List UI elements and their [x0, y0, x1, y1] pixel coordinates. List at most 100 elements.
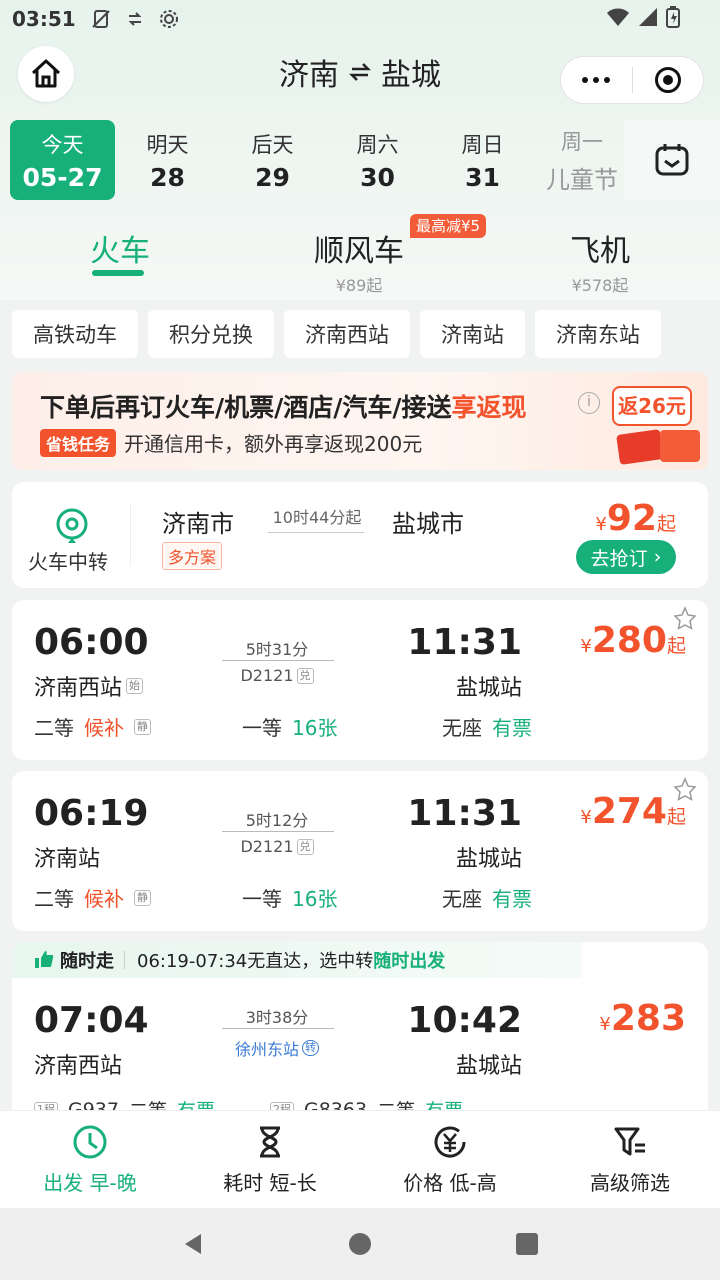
multi-plan-badge: 多方案 [162, 542, 223, 570]
home-icon [31, 59, 61, 88]
banner-subline: 开通信用卡，额外再享返现200元 [124, 432, 423, 456]
sort-departure[interactable]: 出发 早-晚 [0, 1111, 180, 1208]
anytime-bar: 随时走 06:19-07:34无直达，选中转 随时出发 [12, 942, 582, 978]
tab-label: 火车 [90, 234, 150, 269]
arrival-station: 盐城站 [455, 676, 522, 701]
home-button[interactable] [18, 46, 74, 102]
sort-label: 价格 低-高 [403, 1171, 497, 1195]
seat-first-class: 一等 16张 [242, 716, 338, 740]
arrival-time: 11:31 [407, 622, 522, 663]
route-title[interactable]: 济南 盐城 [200, 50, 520, 94]
chip-high-speed[interactable]: 高铁动车 [12, 310, 138, 358]
departure-time: 06:19 [34, 793, 149, 834]
date-tab-today[interactable]: 今天 05-27 [10, 120, 115, 200]
data-saver-icon [124, 8, 146, 30]
tab-carpool[interactable]: 顺风车 ¥89起 [314, 226, 404, 296]
back-icon[interactable] [180, 1231, 206, 1257]
gift-box-icon [660, 430, 700, 462]
date-day: 29 [255, 162, 290, 192]
date-weekday: 周一 [561, 129, 603, 154]
arrival-station: 盐城站 [455, 847, 522, 872]
train-card[interactable]: 06:19 济南站 5时12分 D2121 兑 11:31 盐城站 ¥274 起 二… [12, 771, 708, 931]
transfer-location-icon [56, 508, 88, 543]
date-tab-28[interactable]: 明天 28 [115, 120, 220, 200]
departure-time: 06:00 [34, 622, 149, 663]
arrival-time: 11:31 [407, 793, 522, 834]
anytime-label: 随时走 [60, 951, 114, 972]
train-number: D2121 兑 [222, 666, 332, 685]
departure-time: 07:04 [34, 1000, 149, 1041]
info-icon[interactable]: i [578, 392, 600, 414]
date-day: 28 [150, 162, 185, 192]
active-tab-indicator [92, 270, 144, 276]
date-tab-childrens-day[interactable]: 周一 儿童节 [535, 120, 629, 200]
home-circle-icon[interactable] [347, 1231, 373, 1257]
filter-chips: 高铁动车 积分兑换 济南西站 济南站 济南东站 [12, 310, 661, 358]
settings-gear-icon [158, 8, 180, 30]
transfer-duration: 10时44分起 [272, 508, 362, 527]
date-tab-31[interactable]: 周日 31 [430, 120, 535, 200]
chip-jinan-east[interactable]: 济南东站 [535, 310, 661, 358]
swap-icon[interactable] [349, 61, 371, 83]
recents-square-icon[interactable] [514, 1231, 540, 1257]
tab-flight[interactable]: 飞机 ¥578起 [570, 226, 630, 296]
hourglass-icon [260, 1126, 280, 1158]
sort-price[interactable]: 价格 低-高 [360, 1111, 540, 1208]
close-miniapp-button[interactable] [633, 67, 704, 93]
train-price: ¥274 起 [580, 791, 686, 832]
train-price: ¥280 起 [580, 620, 686, 661]
transfer-card[interactable]: 火车中转 济南市 多方案 10时44分起 盐城市 ¥92 起 去抢订 › [12, 482, 708, 588]
book-transfer-button[interactable]: 去抢订 › [576, 540, 676, 574]
miniapp-capsule [560, 56, 704, 104]
duration: 5时12分 [245, 811, 309, 830]
date-tabs: 今天 05-27 明天 28 后天 29 周六 30 周日 31 周一 儿童节 [10, 120, 629, 200]
advanced-filter[interactable]: 高级筛选 [540, 1111, 720, 1208]
seat-standing: 无座 有票 [442, 887, 532, 911]
calendar-button[interactable] [624, 120, 720, 200]
departure-station: 济南西站始 [34, 670, 144, 702]
train-number: D2121 兑 [222, 837, 332, 856]
tab-label: 顺风车 [314, 234, 404, 269]
date-day: 儿童节 [546, 165, 618, 194]
arrival-station: 盐城站 [455, 1054, 522, 1079]
date-weekday: 周日 [461, 132, 504, 157]
chip-jinan[interactable]: 济南站 [420, 310, 525, 358]
yuan-coin-icon [434, 1126, 466, 1158]
clock-icon [73, 1125, 107, 1159]
date-tab-29[interactable]: 后天 29 [220, 120, 325, 200]
calendar-icon [655, 144, 689, 176]
seat-standing: 无座 有票 [442, 716, 532, 740]
sort-label: 耗时 短-长 [223, 1171, 317, 1195]
transfer-to: 盐城市 [392, 510, 464, 538]
status-bar: 03:51 [0, 0, 720, 38]
filter-icon [614, 1127, 645, 1156]
cashback-banner[interactable]: 下单后再订火车/机票/酒店/汽车/接送享返现 i 省钱任务 开通信用卡，额外再享… [12, 372, 708, 470]
battery-icon [666, 6, 680, 33]
via-station: 徐州东站转 [222, 1036, 332, 1060]
seat-second-class: 二等 候补静 [34, 712, 151, 741]
tab-train[interactable]: 火车 [90, 226, 150, 270]
arrival-time: 10:42 [407, 1000, 522, 1041]
transfer-from: 济南市 [162, 510, 234, 538]
banner-headline: 下单后再订火车/机票/酒店/汽车/接送享返现 [40, 393, 527, 422]
no-sim-icon [90, 8, 112, 30]
date-day: 05-27 [22, 162, 103, 192]
train-card[interactable]: 06:00 济南西站始 5时31分 D2121 兑 11:31 盐城站 ¥280 起… [12, 600, 708, 760]
anytime-desc: 06:19-07:34无直达，选中转 [137, 951, 374, 972]
sort-duration[interactable]: 耗时 短-长 [180, 1111, 360, 1208]
tab-sub-price: ¥578起 [571, 276, 629, 295]
route-to: 盐城 [381, 58, 441, 93]
date-weekday: 周六 [356, 132, 399, 157]
status-time: 03:51 [12, 7, 76, 31]
date-day: 30 [360, 162, 395, 192]
date-tab-30[interactable]: 周六 30 [325, 120, 430, 200]
more-button[interactable] [561, 77, 632, 83]
tab-label: 飞机 [570, 234, 630, 269]
transfer-label: 火车中转 [28, 550, 108, 574]
transfer-price: ¥92 起 [595, 498, 676, 539]
tab-sub-price: ¥89起 [335, 276, 383, 295]
chip-points[interactable]: 积分兑换 [148, 310, 274, 358]
signal-icon [638, 7, 658, 32]
route-from: 济南 [279, 58, 339, 93]
chip-jinan-west[interactable]: 济南西站 [284, 310, 410, 358]
